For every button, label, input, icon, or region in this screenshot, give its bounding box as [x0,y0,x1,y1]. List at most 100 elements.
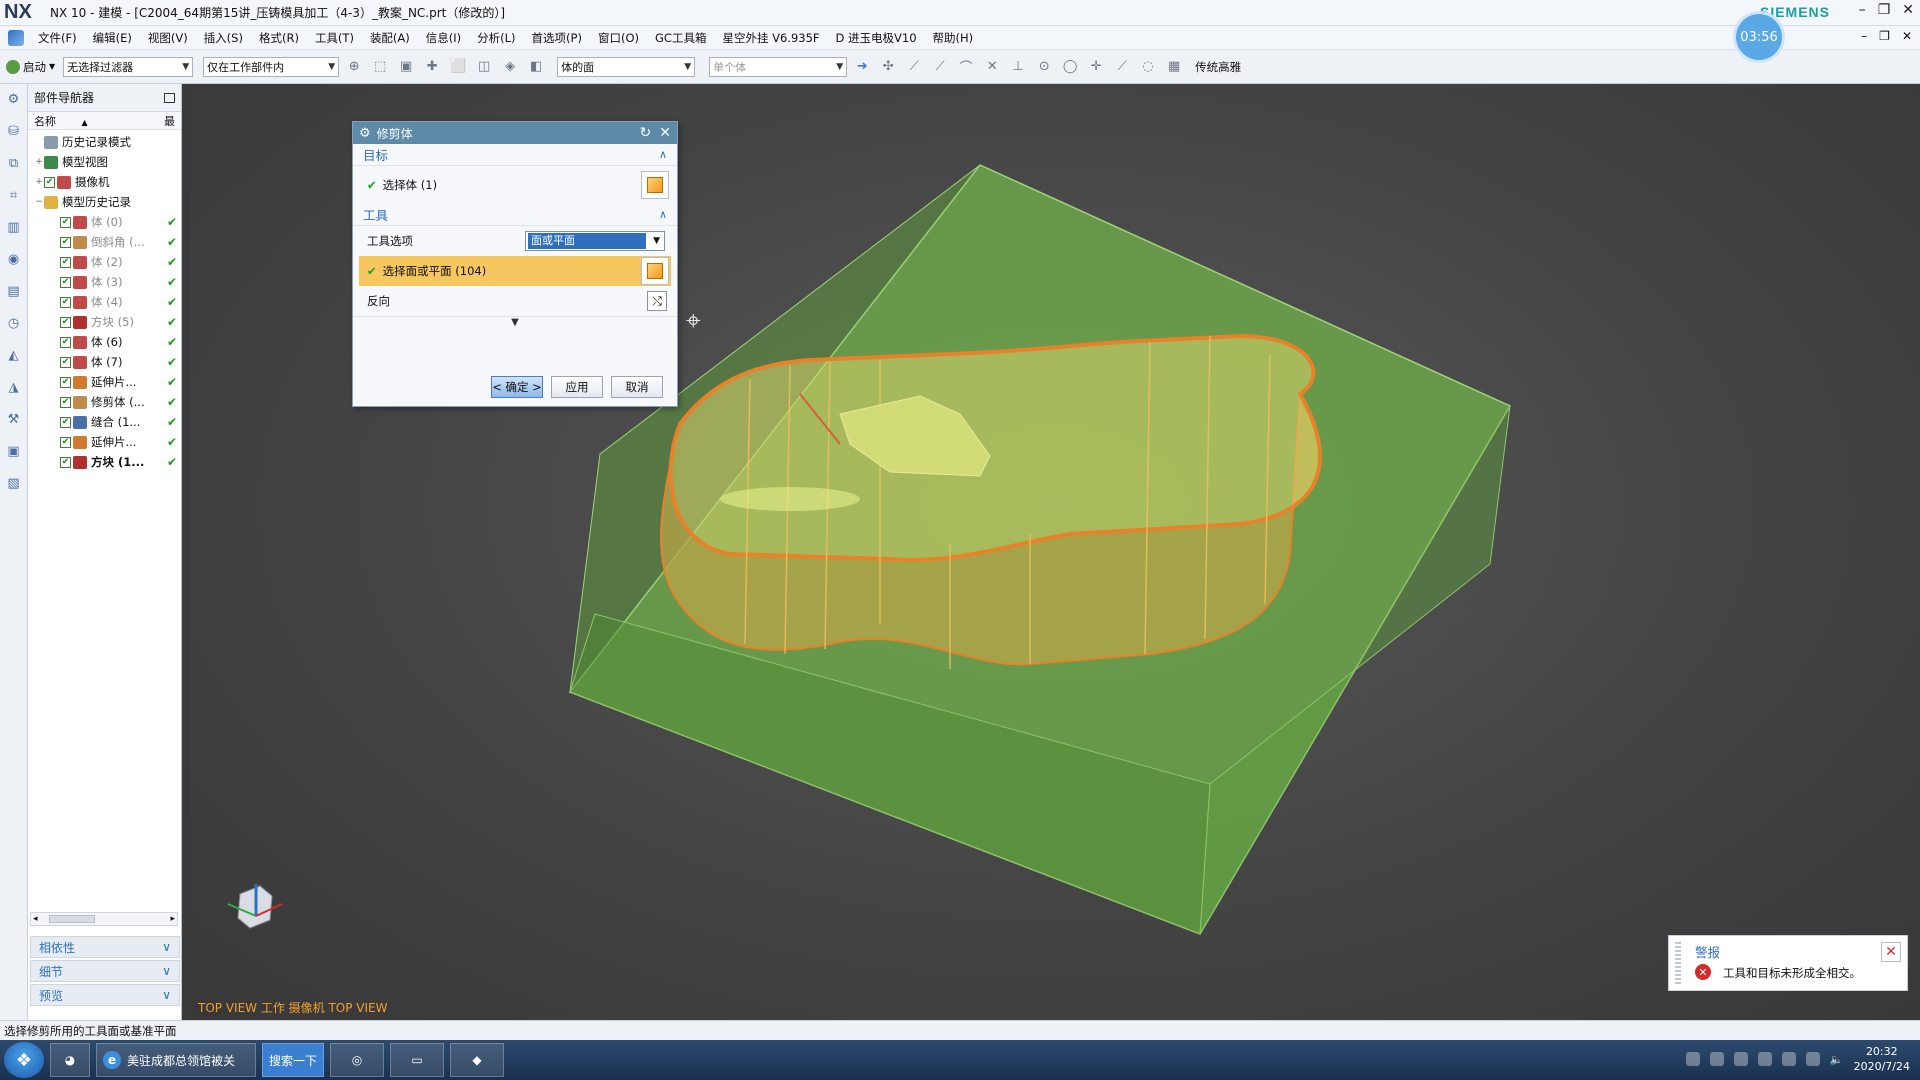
reuse-library-icon[interactable]: ▥ [5,218,23,236]
target-group-header[interactable]: 目标 ∧ [353,144,677,166]
doc-minimize-icon[interactable]: – [1861,29,1867,43]
close-icon[interactable]: ✕ [659,125,671,141]
snap-point-icon[interactable]: ✚ [424,59,440,75]
system-materials-icon[interactable]: ◭ [5,346,23,364]
snap-end-icon[interactable]: ✣ [880,59,896,75]
taskbar-browser-task[interactable]: e 美驻成都总领馆被关 [96,1043,256,1077]
menu-window[interactable]: 窗口(O) [590,30,647,46]
menu-electrode-plugin[interactable]: D 进玉电极V10 [828,30,925,46]
menu-insert[interactable]: 插入(S) [196,30,251,46]
security-icon[interactable] [1733,1052,1748,1066]
tree-node[interactable]: ✔ 延伸片... ✔ [28,432,181,452]
selection-scope-select[interactable]: 仅在工作部件内 ▼ [203,56,340,77]
tree-node[interactable]: ✔ 体 (0) ✔ [28,212,181,232]
snap-tangent-icon[interactable]: ⟋ [1114,59,1130,75]
section-details[interactable]: 细节 ∨ [30,960,180,982]
menu-analysis[interactable]: 分析(L) [469,30,523,46]
taskbar-app-360[interactable]: ◕ [50,1043,90,1077]
taskbar-app-explorer[interactable]: ▭ [390,1043,445,1077]
restore-icon[interactable]: ❐ [1878,2,1891,18]
select-face-row[interactable]: ✔ 选择面或平面 (104) [359,256,671,286]
snap-perpendicular-icon[interactable]: ⊥ [1010,59,1026,75]
select-region-icon[interactable]: ◫ [476,59,492,75]
hd3d-tools-icon[interactable]: ◉ [5,250,23,268]
column-name[interactable]: 名称 ▲ [34,113,88,129]
menu-xingkong-plugin[interactable]: 星空外挂 V6.935F [714,30,827,46]
manufacturing-wizard-icon[interactable]: ⚒ [5,410,23,428]
history-icon[interactable]: ◷ [5,314,23,332]
tool-group-header[interactable]: 工具 ∧ [353,204,677,226]
expand-toggle-icon[interactable]: + [34,177,44,187]
face-rule-select[interactable]: 体的面 ▼ [557,56,696,77]
tree-node[interactable]: ✔ 方块 (5) ✔ [28,312,181,332]
menu-info[interactable]: 信息(I) [418,30,469,46]
start-menu-button[interactable]: 启动 ▼ [6,59,55,75]
section-dependencies[interactable]: 相依性 ∨ [30,936,180,958]
column-latest[interactable]: 最 [164,113,175,129]
scroll-right-icon[interactable]: ▸ [170,914,175,924]
snap-midpoint-icon[interactable]: ⟋ [932,59,948,75]
snap-quadrant-icon[interactable]: ◯ [1062,59,1078,75]
menu-tools[interactable]: 工具(T) [307,30,362,46]
part-navigator-icon[interactable]: ⌗ [5,186,23,204]
close-icon[interactable]: ✕ [1902,2,1914,18]
menu-view[interactable]: 视图(V) [140,30,196,46]
menu-gc-toolkit[interactable]: GC工具箱 [647,30,714,46]
constraint-navigator-icon[interactable]: ⧉ [5,154,23,172]
visibility-checkbox[interactable]: ✔ [60,416,71,428]
menu-format[interactable]: 格式(R) [251,30,307,46]
volume-icon[interactable]: 🔈 [1830,1053,1844,1066]
visibility-checkbox[interactable]: ✔ [60,376,71,388]
menu-preferences[interactable]: 首选项(P) [524,30,590,46]
expand-toggle-icon[interactable]: − [34,197,44,207]
tool-option-select[interactable]: 面或平面 ▼ [525,231,665,251]
taskbar-app-recorder[interactable]: ◎ [330,1043,385,1077]
minimize-icon[interactable]: – [1859,2,1866,18]
type-filter-select[interactable]: 无选择过滤器 ▼ [63,56,194,77]
settings-gear-icon[interactable]: ⚙ [5,90,23,108]
tree-node[interactable]: + 模型视图 [28,152,181,172]
visibility-checkbox[interactable]: ✔ [60,316,71,328]
snap-face-icon[interactable]: ◌ [1140,59,1156,75]
rectangle-select-icon[interactable]: ⬜ [450,59,466,75]
tree-node[interactable]: ✔ 体 (3) ✔ [28,272,181,292]
body-rule-select[interactable]: 单个体 ▼ [709,56,848,77]
ok-button[interactable]: < 确定 > [491,376,543,398]
tree-node[interactable]: ✔ 延伸片... ✔ [28,372,181,392]
visibility-checkbox[interactable]: ✔ [60,396,71,408]
tree-node[interactable]: ✔ 体 (4) ✔ [28,292,181,312]
drag-handle[interactable] [1675,942,1681,986]
tree-node[interactable]: ✔ 体 (7) ✔ [28,352,181,372]
dialog-title-bar[interactable]: ⚙ 修剪体 ↻ ✕ [353,122,677,144]
menu-assembly[interactable]: 装配(A) [362,30,418,46]
scrollbar-thumb[interactable] [49,915,95,923]
view-triad[interactable] [210,874,290,944]
windows-start-button[interactable]: ❖ [4,1042,44,1078]
select-body-row[interactable]: ✔ 选择体 (1) [353,166,677,204]
tree-node[interactable]: ✔ 缝合 (1... ✔ [28,412,181,432]
menu-edit[interactable]: 编辑(E) [85,30,140,46]
visibility-checkbox[interactable]: ✔ [44,176,55,188]
tree-node[interactable]: + ✔ 摄像机 [28,172,181,192]
search-button[interactable]: 搜索一下 [262,1043,325,1077]
keyboard-icon[interactable] [1685,1052,1700,1066]
visibility-checkbox[interactable]: ✔ [60,256,71,268]
taskbar-app-nx[interactable]: ◆ [450,1043,505,1077]
network-icon[interactable] [1709,1052,1724,1066]
update-icon[interactable] [1781,1052,1796,1066]
select-body-button[interactable] [641,171,669,199]
select-face-button[interactable] [641,257,669,285]
cancel-button[interactable]: 取消 [611,376,663,398]
snap-curve-icon[interactable]: ⌒ [958,59,974,76]
process-studio-icon[interactable]: ◮ [5,378,23,396]
snap-intersection-icon[interactable]: ✕ [984,59,1000,75]
general-select-icon[interactable]: ▣ [398,59,414,75]
doc-restore-icon[interactable]: ❐ [1879,29,1890,43]
visibility-checkbox[interactable]: ✔ [60,216,71,228]
visibility-checkbox[interactable]: ✔ [60,356,71,368]
gear-icon[interactable]: ⚙ [359,126,371,141]
select-all-icon[interactable]: ⬚ [372,59,388,75]
visibility-checkbox[interactable]: ✔ [60,336,71,348]
render-style-icon[interactable]: ▦ [1166,59,1182,75]
app-menu-icon[interactable] [8,29,24,46]
